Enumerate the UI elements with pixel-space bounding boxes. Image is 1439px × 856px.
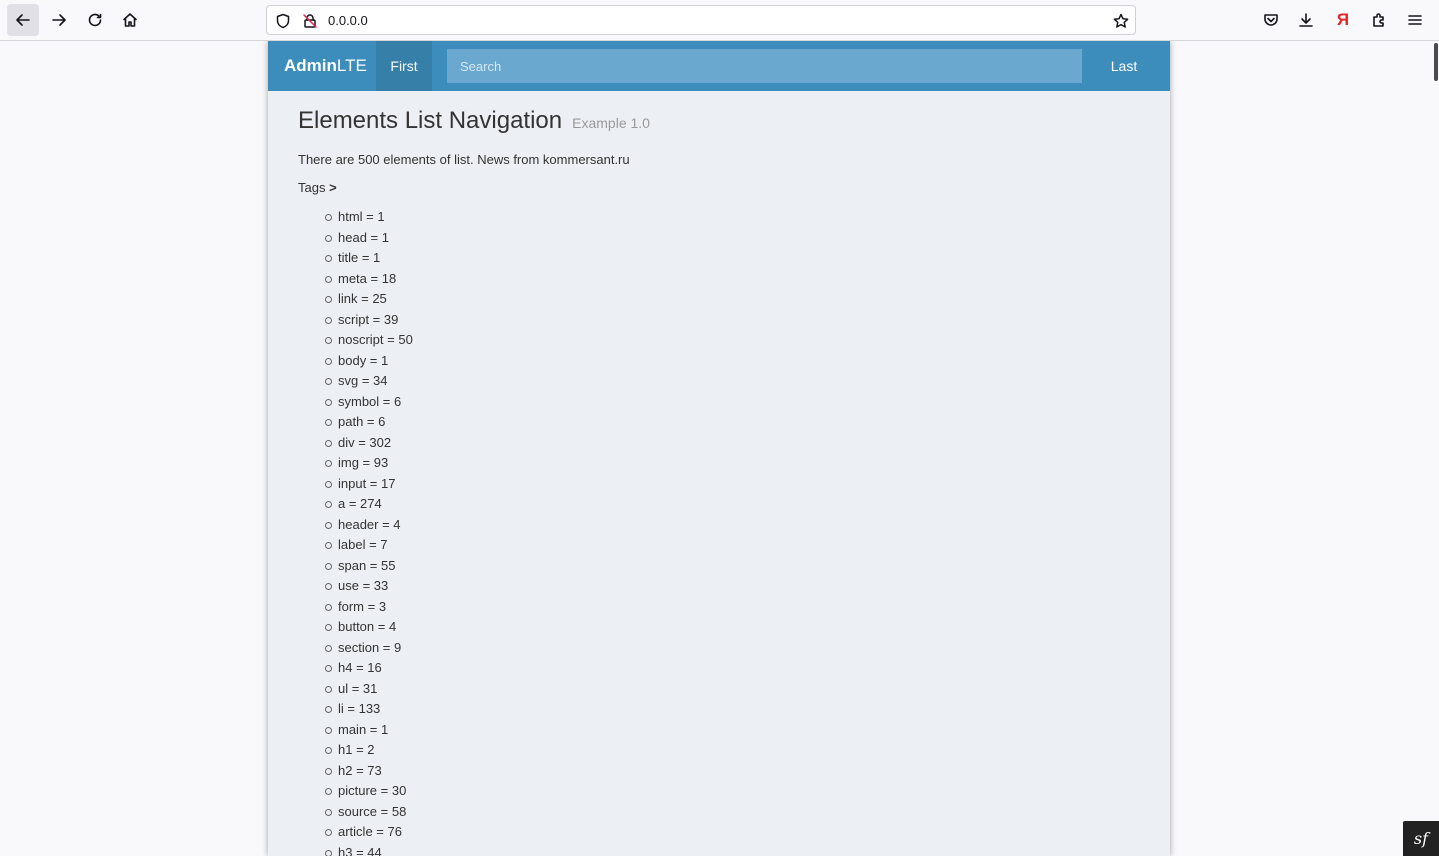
tag-list-item: meta = 18	[325, 269, 1140, 290]
tag-list-item: symbol = 6	[325, 392, 1140, 413]
scrollbar-thumb[interactable]	[1434, 43, 1438, 81]
shield-icon[interactable]	[274, 12, 292, 30]
tag-list-item: header = 4	[325, 515, 1140, 536]
tag-list-item: svg = 34	[325, 371, 1140, 392]
tag-list-item: h2 = 73	[325, 761, 1140, 782]
reload-button[interactable]	[79, 4, 111, 36]
tag-list-item: link = 25	[325, 289, 1140, 310]
forward-button[interactable]	[43, 4, 75, 36]
tag-list-item: main = 1	[325, 720, 1140, 741]
puzzle-icon	[1373, 13, 1384, 27]
tag-list-item: span = 55	[325, 556, 1140, 577]
navbar-search-input[interactable]	[447, 49, 1082, 83]
reload-icon	[88, 13, 102, 27]
brand-logo[interactable]: AdminLTE	[284, 56, 367, 76]
hamburger-menu-icon	[1408, 15, 1422, 25]
tag-list-item: picture = 30	[325, 781, 1140, 802]
address-bar[interactable]: 0.0.0.0	[266, 5, 1136, 35]
menu-button[interactable]	[1399, 4, 1431, 36]
tag-list-item: script = 39	[325, 310, 1140, 331]
tag-list-item: h4 = 16	[325, 658, 1140, 679]
main-content: Elements List Navigation Example 1.0 The…	[268, 91, 1170, 856]
tag-list-item: noscript = 50	[325, 330, 1140, 351]
page-header: Elements List Navigation Example 1.0	[298, 107, 1140, 134]
tag-list-item: body = 1	[325, 351, 1140, 372]
browser-toolbar: 0.0.0.0 Я	[0, 0, 1439, 41]
pocket-button[interactable]	[1255, 4, 1287, 36]
back-arrow-icon	[16, 14, 30, 26]
tags-arrow: >	[329, 180, 337, 195]
content-wrapper: AdminLTE First Last Elements List Naviga…	[268, 41, 1170, 856]
tag-list-item: label = 7	[325, 535, 1140, 556]
tag-list-item: article = 76	[325, 822, 1140, 843]
tag-list-item: button = 4	[325, 617, 1140, 638]
downloads-button[interactable]	[1290, 4, 1322, 36]
forward-arrow-icon	[52, 14, 66, 26]
tag-list-item: form = 3	[325, 597, 1140, 618]
insecure-lock-icon[interactable]	[301, 12, 319, 30]
tag-list-item: ul = 31	[325, 679, 1140, 700]
tag-list-item: use = 33	[325, 576, 1140, 597]
tag-list-item: img = 93	[325, 453, 1140, 474]
extensions-button[interactable]	[1363, 4, 1395, 36]
tag-list-item: head = 1	[325, 228, 1140, 249]
tag-list-item: input = 17	[325, 474, 1140, 495]
url-text[interactable]: 0.0.0.0	[328, 13, 368, 28]
tags-heading: Tags >	[298, 179, 1140, 197]
home-icon	[123, 13, 137, 27]
tag-list-item: h3 = 44	[325, 843, 1140, 856]
home-button[interactable]	[114, 4, 146, 36]
pocket-icon	[1264, 14, 1278, 26]
tag-list-item: div = 302	[325, 433, 1140, 454]
bookmark-star-icon[interactable]	[1112, 12, 1130, 30]
download-icon	[1299, 13, 1313, 27]
symfony-toolbar-icon[interactable]: sf	[1403, 821, 1439, 856]
nav-last-link[interactable]: Last	[1096, 41, 1152, 91]
tag-list-item: html = 1	[325, 207, 1140, 228]
page-viewport: AdminLTE First Last Elements List Naviga…	[0, 41, 1439, 856]
tag-list-item: source = 58	[325, 802, 1140, 823]
tag-list-item: h1 = 2	[325, 740, 1140, 761]
page-description: There are 500 elements of list. News fro…	[298, 152, 630, 167]
back-button[interactable]	[7, 4, 39, 36]
tags-label: Tags	[298, 180, 326, 195]
yandex-extension-button[interactable]: Я	[1327, 4, 1359, 36]
page-title: Elements List Navigation	[298, 107, 563, 134]
tag-list-item: li = 133	[325, 699, 1140, 720]
nav-first-link[interactable]: First	[376, 41, 432, 91]
page-subtitle: Example 1.0	[572, 115, 650, 131]
main-navbar: AdminLTE First Last	[268, 41, 1170, 91]
tag-list-item: section = 9	[325, 638, 1140, 659]
tag-list-item: path = 6	[325, 412, 1140, 433]
tag-list-item: title = 1	[325, 248, 1140, 269]
tag-list: html = 1 head = 1 title = 1 meta = 18 link =…	[298, 207, 1140, 856]
brand-logo-light: LTE	[336, 56, 367, 75]
tag-list-item: a = 274	[325, 494, 1140, 515]
brand-logo-bold: Admin	[284, 56, 337, 75]
yandex-icon: Я	[1336, 10, 1350, 29]
